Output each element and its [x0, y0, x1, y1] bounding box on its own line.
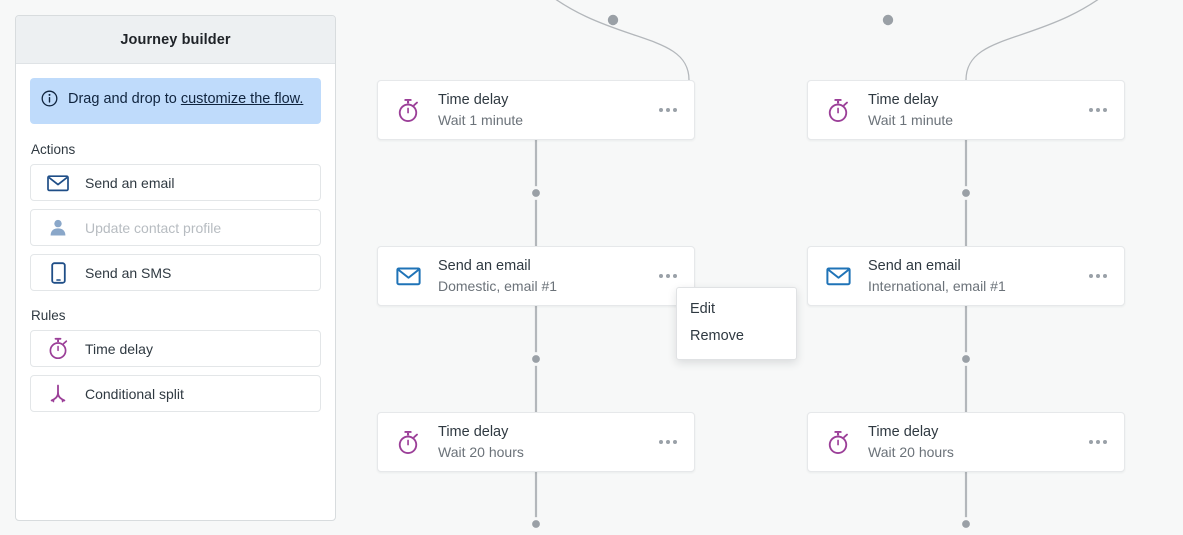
envelope-icon: [31, 174, 85, 192]
palette-item-update-contact-profile[interactable]: Update contact profile: [30, 209, 321, 246]
envelope-icon: [378, 266, 438, 286]
ellipsis-icon[interactable]: [1072, 108, 1124, 112]
palette-item-send-an-email[interactable]: Send an email: [30, 164, 321, 201]
flow-node-text: Time delay Wait 20 hours: [868, 423, 1072, 461]
palette-item-send-an-sms[interactable]: Send an SMS: [30, 254, 321, 291]
journey-builder-app: Journey builder Drag and drop to customi…: [0, 0, 1183, 535]
flow-node-text: Time delay Wait 1 minute: [438, 91, 642, 129]
stopwatch-icon: [808, 430, 868, 455]
info-banner: Drag and drop to customize the flow.: [30, 78, 321, 124]
flow-node-title: Time delay: [438, 424, 509, 440]
palette-item-label: Send an SMS: [85, 264, 172, 281]
flow-node-send-an-email-2[interactable]: Send an email International, email #1: [807, 246, 1125, 306]
mobile-phone-icon: [31, 261, 85, 284]
journey-builder-sidebar: Journey builder Drag and drop to customi…: [15, 15, 336, 521]
flow-node-subtitle: Wait 1 minute: [868, 112, 954, 128]
stopwatch-icon: [808, 98, 868, 123]
person-icon: [31, 218, 85, 237]
customize-flow-link[interactable]: customize the flow.: [181, 91, 304, 107]
page-title: Journey builder: [120, 31, 231, 48]
palette-item-conditional-split[interactable]: Conditional split: [30, 375, 321, 412]
node-context-menu: Edit Remove: [676, 287, 797, 360]
stopwatch-icon: [378, 98, 438, 123]
sidebar-header: Journey builder: [16, 16, 335, 64]
info-banner-text: Drag and drop to customize the flow.: [68, 89, 303, 109]
palette-item-label: Time delay: [85, 340, 153, 357]
flow-node-title: Send an email: [868, 258, 961, 274]
flow-node-subtitle: International, email #1: [868, 278, 1006, 294]
flow-node-title: Time delay: [438, 92, 509, 108]
group-label-rules: Rules: [31, 308, 66, 323]
palette-item-time-delay[interactable]: Time delay: [30, 330, 321, 367]
ellipsis-icon[interactable]: [1072, 274, 1124, 278]
flow-node-send-an-email-1[interactable]: Send an email Domestic, email #1: [377, 246, 695, 306]
info-banner-lead: Drag and drop to: [68, 91, 181, 107]
context-menu-item-remove[interactable]: Remove: [677, 323, 796, 350]
envelope-icon: [808, 266, 868, 286]
flow-node-time-delay-2[interactable]: Time delay Wait 20 hours: [377, 412, 695, 472]
ellipsis-icon[interactable]: [642, 440, 694, 444]
flow-node-text: Time delay Wait 1 minute: [868, 91, 1072, 129]
conditional-split-icon: [31, 383, 85, 405]
flow-node-time-delay-4[interactable]: Time delay Wait 20 hours: [807, 412, 1125, 472]
palette-item-label: Send an email: [85, 174, 175, 191]
group-label-actions: Actions: [31, 142, 76, 157]
palette-item-label: Conditional split: [85, 385, 184, 402]
flow-node-subtitle: Wait 20 hours: [868, 444, 954, 460]
ellipsis-icon[interactable]: [1072, 440, 1124, 444]
flow-node-text: Send an email International, email #1: [868, 257, 1072, 295]
flow-node-time-delay-3[interactable]: Time delay Wait 1 minute: [807, 80, 1125, 140]
palette-item-label: Update contact profile: [85, 219, 222, 236]
info-circle-icon: [41, 90, 58, 112]
context-menu-item-edit[interactable]: Edit: [677, 296, 796, 323]
ellipsis-icon[interactable]: [642, 274, 694, 278]
stopwatch-icon: [31, 337, 85, 360]
flow-node-title: Time delay: [868, 424, 939, 440]
flow-node-text: Send an email Domestic, email #1: [438, 257, 642, 295]
flow-node-subtitle: Domestic, email #1: [438, 278, 558, 294]
journey-canvas[interactable]: Time delay Wait 1 minute Send an email D…: [336, 0, 1183, 535]
ellipsis-icon[interactable]: [642, 108, 694, 112]
flow-node-text: Time delay Wait 20 hours: [438, 423, 642, 461]
flow-node-subtitle: Wait 1 minute: [438, 112, 524, 128]
flow-node-subtitle: Wait 20 hours: [438, 444, 524, 460]
flow-node-time-delay-1[interactable]: Time delay Wait 1 minute: [377, 80, 695, 140]
flow-node-title: Time delay: [868, 92, 939, 108]
stopwatch-icon: [378, 430, 438, 455]
flow-node-title: Send an email: [438, 258, 531, 274]
sidebar-body: Drag and drop to customize the flow. Act…: [16, 64, 335, 412]
